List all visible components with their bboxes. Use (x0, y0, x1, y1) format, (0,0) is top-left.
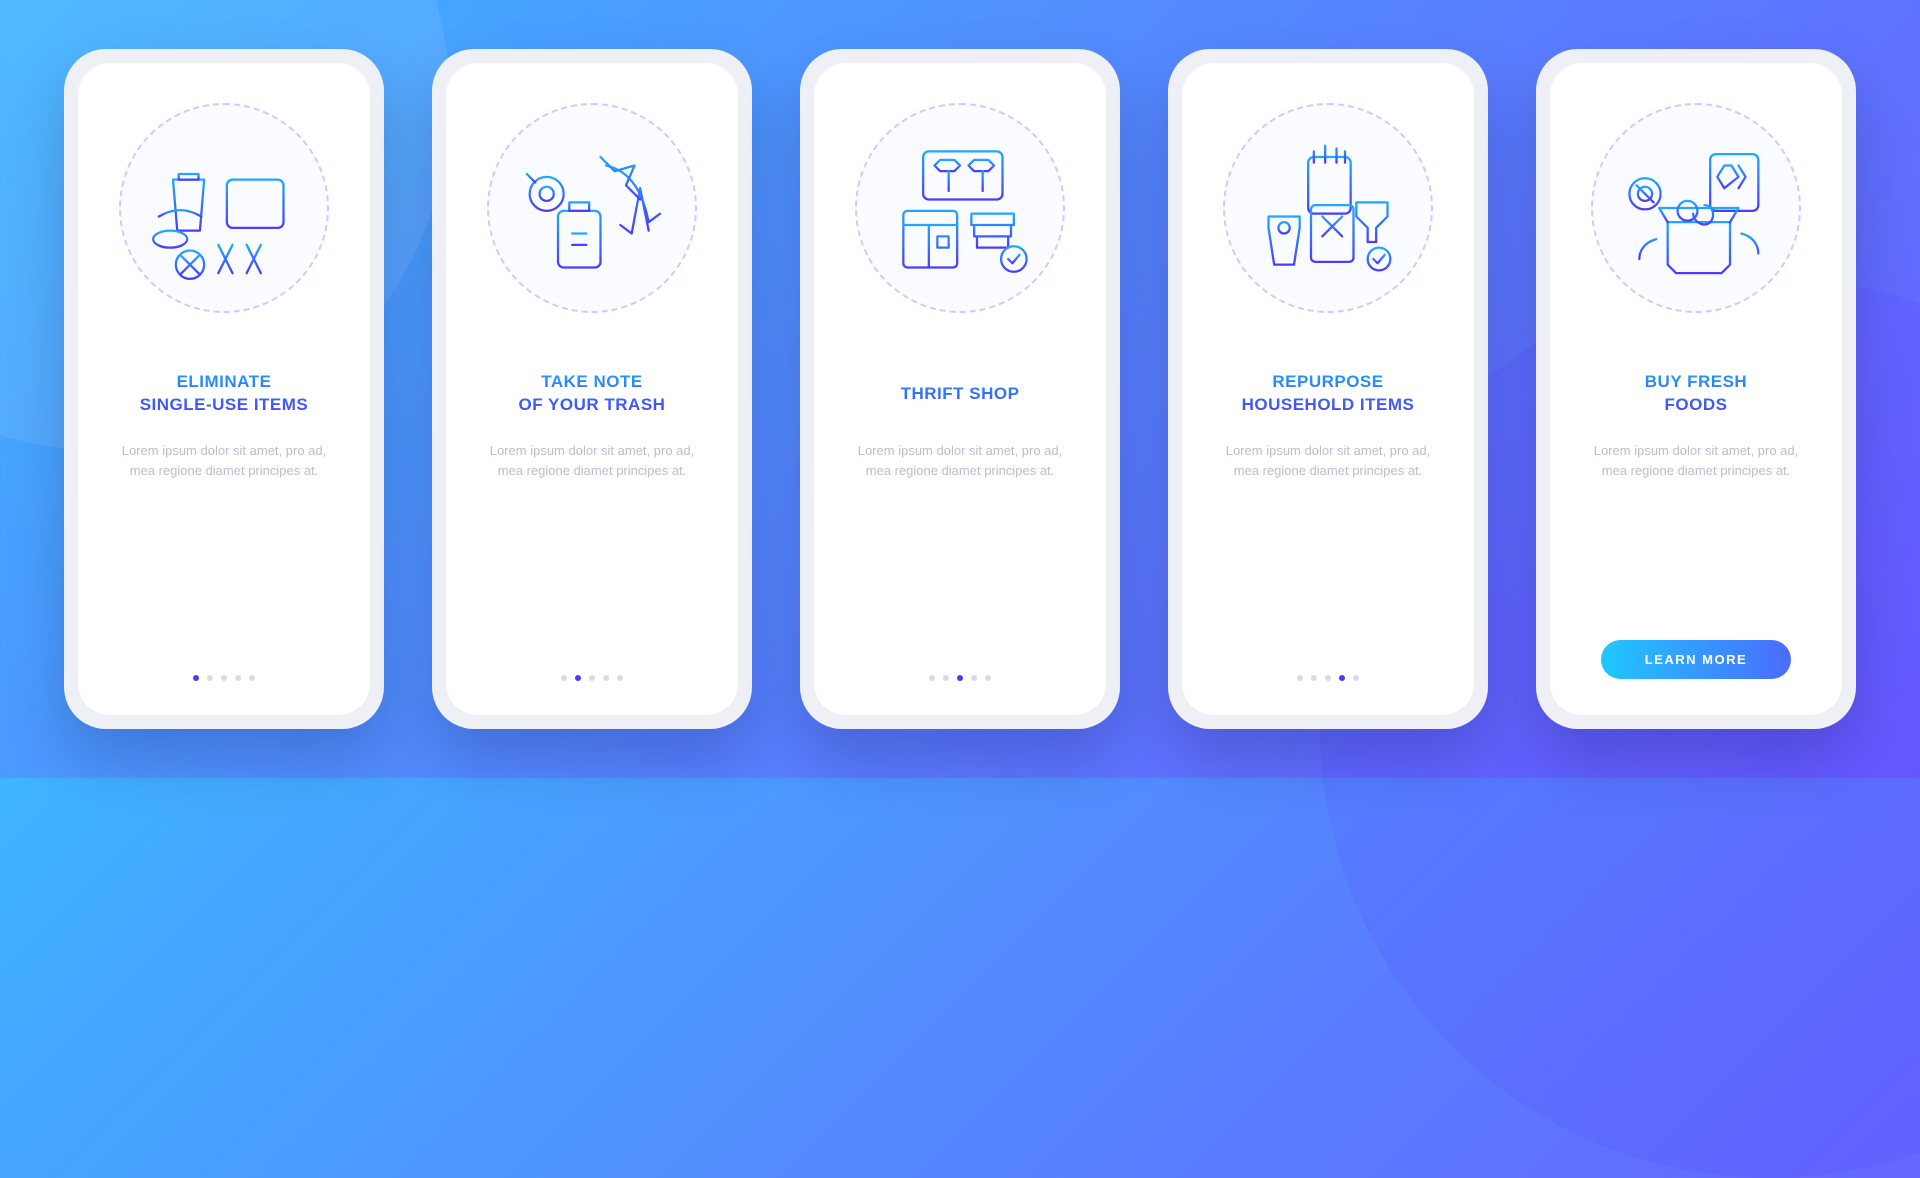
onboarding-screen: THRIFT SHOP Lorem ipsum dolor sit amet, … (814, 63, 1106, 715)
pagination-dots[interactable] (929, 675, 991, 687)
screen-title: REPURPOSE HOUSEHOLD ITEMS (1242, 371, 1415, 417)
screen-description: Lorem ipsum dolor sit amet, pro ad, mea … (477, 441, 707, 481)
screen-description: Lorem ipsum dolor sit amet, pro ad, mea … (109, 441, 339, 481)
pagination-dots[interactable] (561, 675, 623, 687)
phone-mockup-1: ELIMINATE SINGLE-USE ITEMS Lorem ipsum d… (64, 49, 384, 729)
phone-mockup-4: REPURPOSE HOUSEHOLD ITEMS Lorem ipsum do… (1168, 49, 1488, 729)
screen-description: Lorem ipsum dolor sit amet, pro ad, mea … (1213, 441, 1443, 481)
screen-description: Lorem ipsum dolor sit amet, pro ad, mea … (1581, 441, 1811, 481)
dot-4[interactable] (235, 675, 241, 681)
phone-mockup-3: THRIFT SHOP Lorem ipsum dolor sit amet, … (800, 49, 1120, 729)
onboarding-screen: BUY FRESH FOODS Lorem ipsum dolor sit am… (1550, 63, 1842, 715)
screen-title: BUY FRESH FOODS (1645, 371, 1747, 417)
dot-2[interactable] (1311, 675, 1317, 681)
dot-2[interactable] (943, 675, 949, 681)
pagination-dots[interactable] (193, 675, 255, 687)
dot-3[interactable] (589, 675, 595, 681)
dot-1[interactable] (193, 675, 199, 681)
dot-5[interactable] (249, 675, 255, 681)
learn-more-button[interactable]: LEARN MORE (1601, 640, 1791, 679)
dot-1[interactable] (561, 675, 567, 681)
dot-5[interactable] (1353, 675, 1359, 681)
screen-title: ELIMINATE SINGLE-USE ITEMS (140, 371, 309, 417)
dot-2[interactable] (207, 675, 213, 681)
screen-description: Lorem ipsum dolor sit amet, pro ad, mea … (845, 441, 1075, 481)
thrift-shop-icon (855, 103, 1065, 313)
dot-4[interactable] (971, 675, 977, 681)
onboarding-screen: TAKE NOTE OF YOUR TRASH Lorem ipsum dolo… (446, 63, 738, 715)
eliminate-single-use-icon (119, 103, 329, 313)
dot-2[interactable] (575, 675, 581, 681)
dot-1[interactable] (1297, 675, 1303, 681)
screen-title: THRIFT SHOP (901, 371, 1020, 417)
dot-3[interactable] (221, 675, 227, 681)
dot-4[interactable] (603, 675, 609, 681)
dot-3[interactable] (957, 675, 963, 681)
phone-mockup-2: TAKE NOTE OF YOUR TRASH Lorem ipsum dolo… (432, 49, 752, 729)
repurpose-items-icon (1223, 103, 1433, 313)
take-note-trash-icon (487, 103, 697, 313)
dot-1[interactable] (929, 675, 935, 681)
pagination-dots[interactable] (1297, 675, 1359, 687)
onboarding-screen: REPURPOSE HOUSEHOLD ITEMS Lorem ipsum do… (1182, 63, 1474, 715)
screen-title: TAKE NOTE OF YOUR TRASH (519, 371, 666, 417)
onboarding-screen: ELIMINATE SINGLE-USE ITEMS Lorem ipsum d… (78, 63, 370, 715)
dot-5[interactable] (985, 675, 991, 681)
dot-4[interactable] (1339, 675, 1345, 681)
phone-mockup-5: BUY FRESH FOODS Lorem ipsum dolor sit am… (1536, 49, 1856, 729)
dot-3[interactable] (1325, 675, 1331, 681)
buy-fresh-foods-icon (1591, 103, 1801, 313)
dot-5[interactable] (617, 675, 623, 681)
